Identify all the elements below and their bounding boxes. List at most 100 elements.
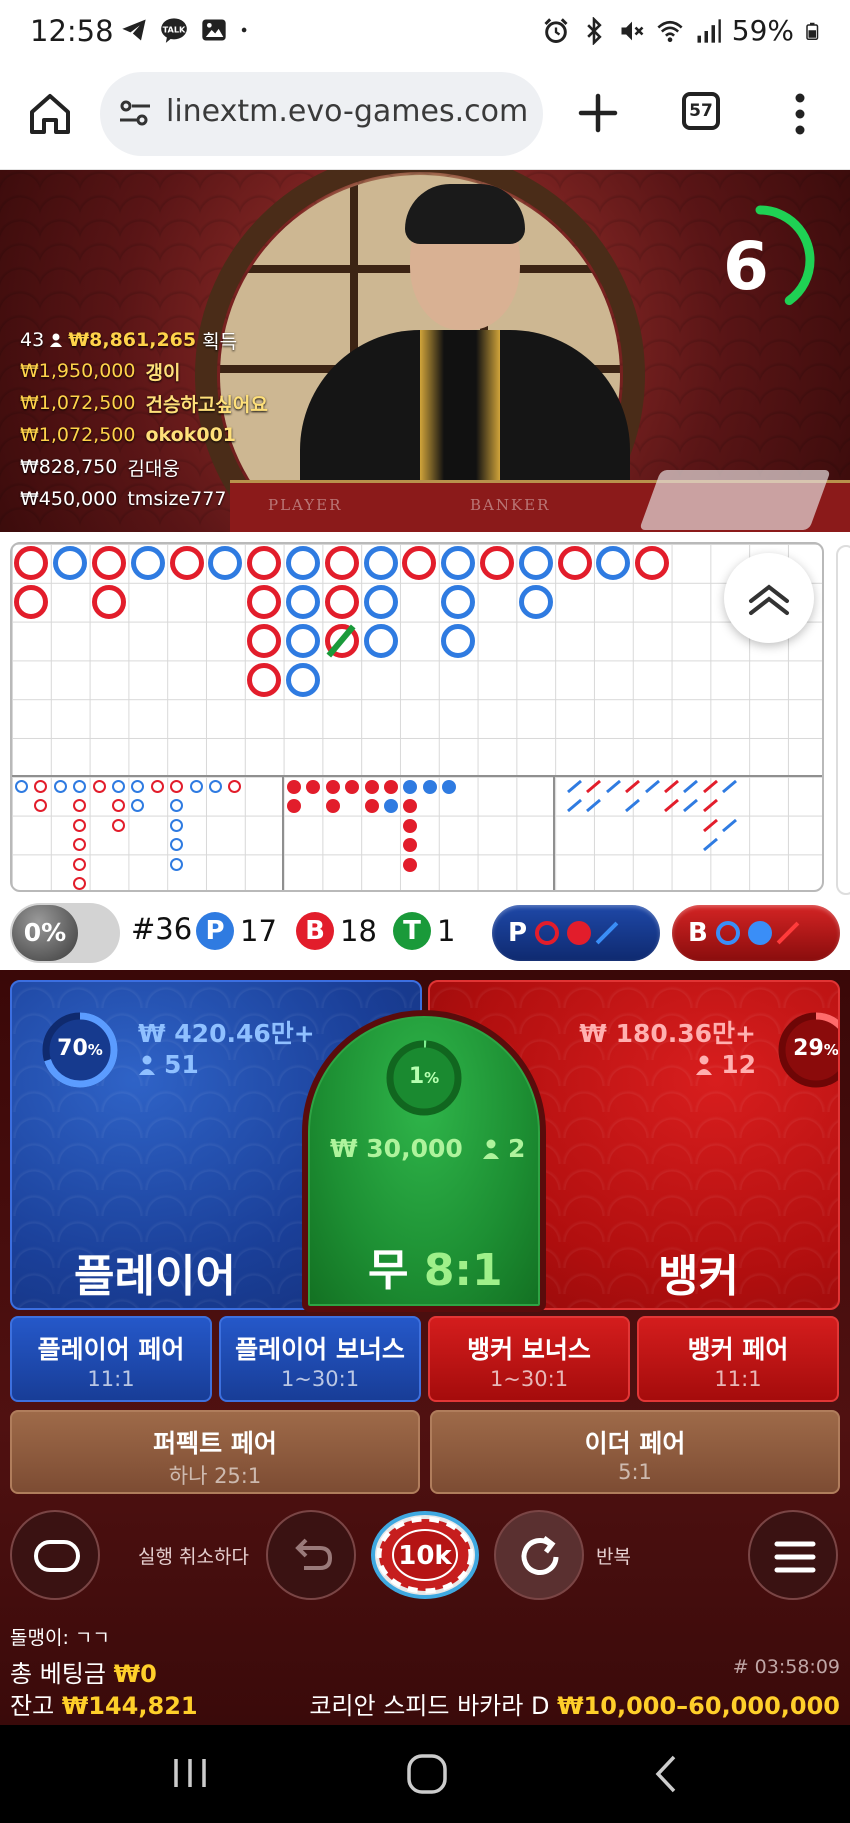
player-bead bbox=[363, 585, 398, 620]
big-eye-mark bbox=[131, 780, 145, 793]
cockroach-mark bbox=[702, 799, 718, 813]
player-prediction-button[interactable]: P bbox=[492, 905, 660, 961]
player-bet-label: 플레이어 bbox=[74, 1251, 236, 1302]
player-pair-bet[interactable]: 플레이어 페어 11:1 bbox=[10, 1316, 212, 1402]
player-bead bbox=[53, 546, 88, 581]
person-icon bbox=[696, 1055, 713, 1075]
player-prediction-label: P bbox=[508, 918, 528, 948]
chat-icon bbox=[34, 1540, 80, 1572]
new-tab-icon[interactable] bbox=[575, 90, 621, 136]
banker-bead bbox=[324, 546, 359, 581]
android-nav-bar bbox=[0, 1725, 850, 1823]
mute-icon bbox=[621, 21, 644, 40]
banker-wins-stat: B 18 bbox=[296, 912, 377, 950]
player-pool-amount: ₩ 420.46만+ bbox=[138, 1019, 315, 1048]
banker-pct: 29% bbox=[776, 1036, 839, 1061]
big-eye-mark bbox=[73, 780, 87, 793]
home-icon[interactable] bbox=[26, 90, 74, 138]
small-road-mark bbox=[403, 857, 418, 872]
cockroach-mark bbox=[702, 779, 718, 794]
cockroach-mark bbox=[683, 799, 699, 813]
banker-bead bbox=[247, 662, 282, 697]
roadmap-panel bbox=[0, 532, 850, 902]
winner-name: tmsize777 bbox=[127, 488, 227, 510]
chip-selector[interactable]: 10k bbox=[368, 1510, 482, 1600]
small-road-mark bbox=[384, 799, 398, 814]
winner-amount: ₩1,072,500 bbox=[20, 392, 136, 414]
banker-bead bbox=[92, 546, 126, 581]
winner-amount: ₩1,072,500 bbox=[20, 424, 136, 446]
wifi-icon bbox=[657, 20, 683, 42]
collapse-roadmap-button[interactable] bbox=[724, 553, 814, 643]
live-video-stream: PLAYER BANKER 6 43 ₩8,861,265 획득 ₩1,950,… bbox=[0, 170, 850, 532]
player-bead bbox=[286, 546, 320, 581]
perfect-pair-bet[interactable]: 퍼펙트 페어 하나 25:1 bbox=[10, 1410, 420, 1494]
winners-total: ₩8,861,265 bbox=[68, 329, 197, 351]
repeat-button[interactable] bbox=[494, 1510, 584, 1600]
banker-bead bbox=[247, 585, 282, 620]
address-bar[interactable]: linextm.evo-games.com bbox=[100, 72, 543, 156]
winner-name: okok001 bbox=[145, 424, 237, 446]
big-eye-mark bbox=[92, 780, 106, 793]
big-eye-mark bbox=[34, 780, 48, 793]
status-bar: 12:58 TALK 59% bbox=[0, 0, 850, 66]
tab-switcher-button[interactable]: 57 bbox=[682, 92, 720, 130]
tie-bet-spot[interactable]: 1% ₩ 30,000 2 무 8:1 bbox=[302, 1010, 546, 1312]
more-menu-icon[interactable] bbox=[790, 90, 810, 138]
big-eye-mark bbox=[170, 799, 184, 813]
banker-bonus-bet[interactable]: 뱅커 보너스 1~30:1 bbox=[428, 1316, 630, 1402]
player-badge: P bbox=[196, 912, 234, 950]
small-road-mark bbox=[403, 818, 418, 833]
player-bonus-bet[interactable]: 플레이어 보너스 1~30:1 bbox=[219, 1316, 421, 1402]
site-settings-icon[interactable] bbox=[118, 96, 152, 130]
big-eye-mark bbox=[73, 799, 87, 813]
banker-pair-bet[interactable]: 뱅커 페어 11:1 bbox=[637, 1316, 839, 1402]
undo-button[interactable] bbox=[266, 1510, 356, 1600]
total-bet-label: 총 베팅금 bbox=[10, 1660, 106, 1688]
big-eye-mark bbox=[170, 780, 184, 793]
tie-odds: 8:1 bbox=[423, 1245, 503, 1296]
card-shoe bbox=[639, 470, 831, 530]
big-eye-mark bbox=[73, 857, 87, 871]
pair-bet-title: 퍼펙트 페어 bbox=[153, 1429, 277, 1458]
cockroach-mark bbox=[702, 838, 718, 852]
winners-list: 43 ₩8,861,265 획득 ₩1,950,000 갱이 ₩1,072,500… bbox=[20, 325, 320, 515]
banker-bead bbox=[635, 546, 670, 581]
predict-small-road-icon bbox=[747, 921, 772, 945]
back-icon[interactable] bbox=[652, 1753, 682, 1795]
menu-button[interactable] bbox=[748, 1510, 838, 1600]
winner-amount: ₩450,000 bbox=[20, 488, 118, 510]
home-nav-icon[interactable] bbox=[404, 1751, 450, 1797]
player-bead bbox=[286, 662, 320, 697]
banker-bead bbox=[92, 585, 126, 620]
recent-apps-icon[interactable] bbox=[170, 1755, 210, 1791]
big-eye-mark bbox=[131, 799, 145, 813]
banker-prediction-button[interactable]: B bbox=[672, 905, 840, 961]
big-eye-mark bbox=[73, 877, 87, 890]
banker-pool-amount: ₩ 180.36만+ bbox=[579, 1019, 756, 1048]
chat-button[interactable] bbox=[10, 1510, 100, 1600]
pct-unit: % bbox=[823, 1041, 839, 1059]
big-eye-mark bbox=[34, 799, 48, 813]
either-pair-bet[interactable]: 이더 페어 5:1 bbox=[430, 1410, 840, 1494]
chip-value: 10k bbox=[398, 1541, 452, 1571]
balance-label: 잔고 bbox=[10, 1692, 55, 1720]
cockroach-mark bbox=[644, 779, 660, 794]
talk-icon: TALK bbox=[161, 18, 187, 43]
undo-label: 실행 취소하다 bbox=[138, 1546, 249, 1568]
small-road-mark bbox=[325, 799, 340, 814]
battery-percent: 59% bbox=[731, 14, 794, 47]
player-bead bbox=[286, 585, 320, 620]
tie-badge: T bbox=[393, 912, 431, 950]
predict-cockroach-icon bbox=[595, 921, 619, 945]
person-icon bbox=[483, 1139, 499, 1159]
tie-bettor-count: 2 bbox=[482, 1134, 525, 1163]
url-text: linextm.evo-games.com bbox=[166, 94, 529, 129]
cockroach-mark bbox=[664, 799, 679, 813]
tie-bettor-count-value: 2 bbox=[508, 1134, 526, 1163]
player-wins-stat: P 17 bbox=[196, 912, 277, 950]
alarm-icon bbox=[544, 17, 568, 43]
scoreboard-roadmap[interactable] bbox=[10, 542, 824, 892]
small-road-mark bbox=[403, 838, 418, 853]
prediction-toggle[interactable]: 0% bbox=[10, 903, 120, 963]
